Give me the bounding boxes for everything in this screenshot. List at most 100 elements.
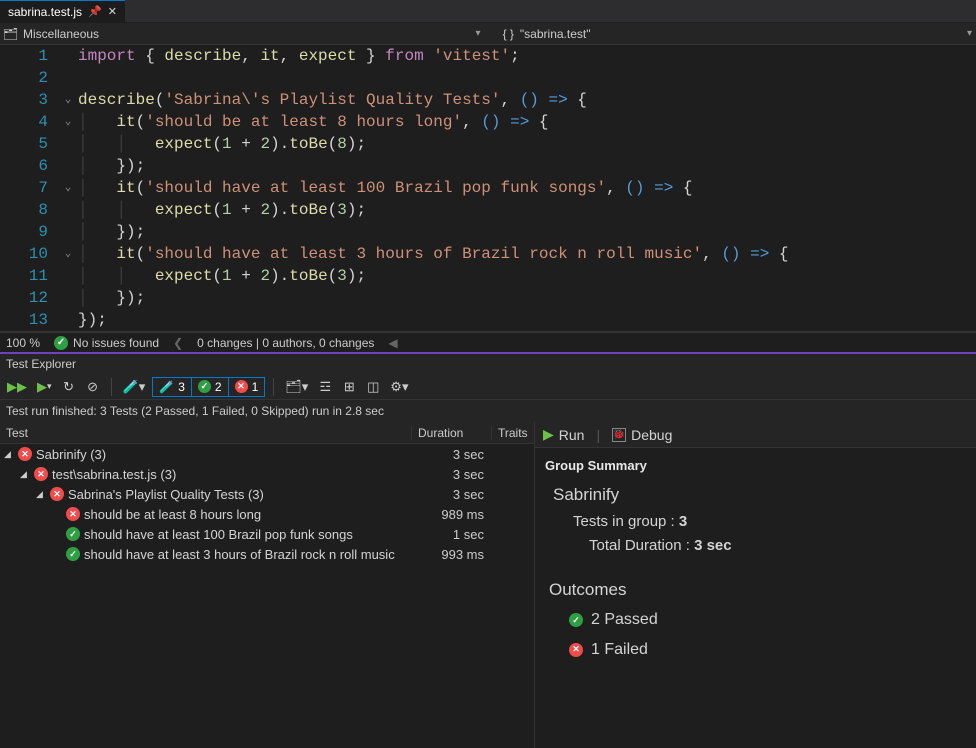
code-line[interactable]: 5│ │ expect(1 + 2).toBe(8);: [0, 133, 976, 155]
test-duration: 3 sec: [412, 447, 492, 462]
expand-arrow-icon[interactable]: ◢: [4, 449, 14, 460]
playlist-button[interactable]: 🧪▾: [120, 377, 149, 397]
run-button[interactable]: ▶ ▾: [34, 377, 55, 397]
col-duration[interactable]: Duration: [412, 426, 492, 440]
filter-failed[interactable]: ✕ 1: [229, 377, 266, 397]
fold-toggle: [58, 309, 78, 331]
test-row[interactable]: ✕should be at least 8 hours long989 ms: [0, 504, 534, 524]
test-name: Sabrinify (3): [36, 447, 106, 462]
total-duration-label: Total Duration :: [589, 537, 690, 554]
tab-filename: sabrina.test.js: [8, 5, 82, 19]
symbol-braces-icon: { }: [503, 27, 514, 41]
code-line[interactable]: 4⌄│ it('should be at least 8 hours long'…: [0, 111, 976, 133]
fold-toggle[interactable]: ⌄: [58, 243, 78, 265]
settings-button[interactable]: ⚙▾: [387, 377, 411, 397]
editor-status-bar: 100 % ✓ No issues found ❮ 0 changes | 0 …: [0, 332, 976, 352]
code-content: describe('Sabrina\'s Playlist Quality Te…: [78, 89, 976, 111]
fold-toggle[interactable]: ⌄: [58, 177, 78, 199]
fold-toggle[interactable]: ⌄: [58, 89, 78, 111]
detail-run-button[interactable]: ▶ Run: [543, 426, 584, 443]
code-line[interactable]: 1 import { describe, it, expect } from 'v…: [0, 45, 976, 67]
line-number: 2: [0, 67, 58, 89]
test-run-status: Test run finished: 3 Tests (2 Passed, 1 …: [0, 400, 976, 422]
fail-icon: ✕: [34, 467, 48, 481]
zoom-level[interactable]: 100 %: [6, 336, 40, 350]
cancel-button[interactable]: ⊘: [83, 377, 103, 397]
fold-toggle: [58, 265, 78, 287]
run-all-button[interactable]: ▶▶: [4, 377, 30, 397]
col-traits[interactable]: Traits: [492, 426, 534, 440]
test-detail-pane: ▶ Run | 🐞 Debug Group Summary Sabrinify …: [535, 422, 976, 748]
line-number: 6: [0, 155, 58, 177]
line-number: 7: [0, 177, 58, 199]
fold-toggle: [58, 133, 78, 155]
expand-arrow-icon[interactable]: ◢: [20, 469, 30, 480]
code-line[interactable]: 10⌄│ it('should have at least 3 hours of…: [0, 243, 976, 265]
filter-passed[interactable]: ✓ 2: [192, 377, 229, 397]
group-summary-label: Group Summary: [545, 456, 966, 477]
code-editor[interactable]: 1 import { describe, it, expect } from 'v…: [0, 45, 976, 332]
code-line[interactable]: 7⌄│ it('should have at least 100 Brazil …: [0, 177, 976, 199]
chevron-left-icon: ◀: [388, 336, 397, 350]
fold-toggle[interactable]: ⌄: [58, 111, 78, 133]
test-row[interactable]: ✓should have at least 3 hours of Brazil …: [0, 544, 534, 564]
code-content: [78, 67, 976, 89]
tests-in-group-label: Tests in group :: [573, 513, 675, 530]
group-by-button[interactable]: 🗂▾: [282, 377, 311, 397]
layout-button[interactable]: ◫: [363, 377, 383, 397]
pin-icon[interactable]: 📌: [88, 5, 102, 18]
symbol-dropdown[interactable]: "sabrina.test": [520, 27, 591, 41]
test-name: test\sabrina.test.js (3): [52, 467, 176, 482]
line-number: 5: [0, 133, 58, 155]
code-line[interactable]: 2: [0, 67, 976, 89]
code-content: │ │ expect(1 + 2).toBe(3);: [78, 199, 976, 221]
code-line[interactable]: 3⌄describe('Sabrina\'s Playlist Quality …: [0, 89, 976, 111]
code-line[interactable]: 6│ });: [0, 155, 976, 177]
repeat-button[interactable]: ↻: [59, 377, 79, 397]
test-tree[interactable]: ◢✕Sabrinify (3)3 sec◢✕test\sabrina.test.…: [0, 444, 534, 748]
file-tab[interactable]: sabrina.test.js 📌 ✕: [0, 0, 125, 22]
line-number: 1: [0, 45, 58, 67]
fold-toggle: [58, 155, 78, 177]
expand-arrow-icon[interactable]: ◢: [36, 489, 46, 500]
group-name: Sabrinify: [553, 481, 966, 508]
filter-total[interactable]: 🧪 3: [152, 377, 192, 397]
chevron-down-icon[interactable]: ▾: [476, 28, 481, 39]
code-line[interactable]: 11│ │ expect(1 + 2).toBe(3);: [0, 265, 976, 287]
code-line[interactable]: 13});: [0, 309, 976, 331]
pass-icon: ✓: [66, 527, 80, 541]
test-row[interactable]: ✓should have at least 100 Brazil pop fun…: [0, 524, 534, 544]
fold-toggle: [58, 221, 78, 243]
test-name: should have at least 3 hours of Brazil r…: [84, 547, 395, 562]
test-duration: 3 sec: [412, 487, 492, 502]
col-test[interactable]: Test: [0, 426, 412, 440]
test-row[interactable]: ◢✕test\sabrina.test.js (3)3 sec: [0, 464, 534, 484]
code-content: │ it('should have at least 3 hours of Br…: [78, 243, 976, 265]
view-tree-button[interactable]: ☲: [315, 377, 335, 397]
close-icon[interactable]: ✕: [108, 5, 117, 18]
code-content: import { describe, it, expect } from 'vi…: [78, 45, 976, 67]
outcome-passed: ✓ 2 Passed: [569, 607, 966, 633]
chevron-down-icon[interactable]: ▾: [967, 28, 972, 39]
code-line[interactable]: 8│ │ expect(1 + 2).toBe(3);: [0, 199, 976, 221]
scope-dropdown[interactable]: Miscellaneous: [23, 27, 99, 41]
issues-indicator[interactable]: ✓ No issues found: [54, 336, 159, 350]
play-icon: ▶: [543, 426, 554, 443]
chevron-left-icon: ❮: [173, 336, 183, 350]
fail-icon: ✕: [569, 643, 583, 657]
tab-strip: sabrina.test.js 📌 ✕: [0, 0, 976, 23]
code-line[interactable]: 12│ });: [0, 287, 976, 309]
detail-debug-button[interactable]: 🐞 Debug: [612, 427, 672, 443]
line-number: 3: [0, 89, 58, 111]
changes-indicator[interactable]: 0 changes | 0 authors, 0 changes: [197, 336, 374, 350]
test-columns-header: Test Duration Traits: [0, 422, 534, 444]
test-row[interactable]: ◢✕Sabrinify (3)3 sec: [0, 444, 534, 464]
line-number: 11: [0, 265, 58, 287]
code-content: │ });: [78, 221, 976, 243]
test-row[interactable]: ◢✕Sabrina's Playlist Quality Tests (3)3 …: [0, 484, 534, 504]
test-duration: 993 ms: [412, 547, 492, 562]
code-line[interactable]: 9 │ });: [0, 221, 976, 243]
line-number: 9: [0, 221, 58, 243]
columns-button[interactable]: ⊞: [339, 377, 359, 397]
fold-toggle: [58, 45, 78, 67]
